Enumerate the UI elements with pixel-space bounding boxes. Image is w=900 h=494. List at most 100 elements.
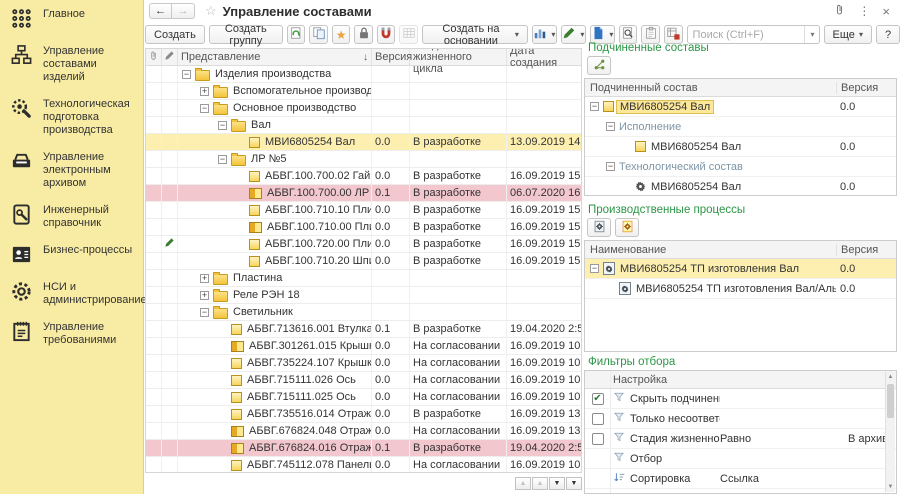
collapse-icon[interactable]: −	[606, 122, 615, 131]
copy-element-button[interactable]	[309, 25, 328, 44]
tree-row[interactable]: +Вспомогательное производство	[146, 83, 581, 100]
tree-row[interactable]: АБВГ.676824.016 Отражатель0.1В разработк…	[146, 440, 581, 457]
close-icon[interactable]: ×	[882, 4, 890, 19]
sidebar-item-tech-preparation[interactable]: Технологическая подготовка производства	[0, 90, 143, 143]
tree-row[interactable]: АБВГ.715111.025 Ось0.0На согласовании16.…	[146, 389, 581, 406]
structure-button[interactable]	[587, 56, 611, 75]
stage-column-header[interactable]: Стадия жизненного цикла	[410, 49, 507, 65]
page-first-button[interactable]: ▲	[515, 477, 531, 490]
tree-row[interactable]: АБВГ.715111.026 Ось0.0На согласовании16.…	[146, 372, 581, 389]
filter-row[interactable]: Только несоответствия версий объектов	[585, 409, 896, 429]
copy-new-version-button[interactable]	[287, 25, 306, 44]
lock-button[interactable]	[354, 25, 373, 44]
tree-row[interactable]: −Основное производство	[146, 100, 581, 117]
sidebar-item-requirements[interactable]: Управление требованиями	[0, 313, 143, 353]
more-button[interactable]: Еще▾	[824, 25, 872, 44]
process-button[interactable]	[587, 218, 611, 237]
subordinate-version-header[interactable]: Версия	[836, 82, 896, 94]
collapse-icon[interactable]: −	[218, 121, 227, 130]
sidebar-item-engineering-handbook[interactable]: Инженерный справочник	[0, 196, 143, 236]
scroll-up-icon[interactable]: ▲	[886, 372, 895, 382]
tree-row[interactable]: АБВГ.301261.015 Крышка0.0На согласовании…	[146, 338, 581, 355]
filters-scrollbar[interactable]: ▲ ▼	[885, 372, 895, 492]
expand-icon[interactable]: +	[200, 274, 209, 283]
tree-row[interactable]: АБВГ.100.710.00 Плита верхняя…0.0В разра…	[146, 219, 581, 236]
filter-row[interactable]: ✔Контроль несоответствий составов издели…	[585, 489, 896, 494]
processes-version-header[interactable]: Версия	[836, 244, 896, 256]
help-button[interactable]: ?	[876, 25, 900, 44]
tree-row[interactable]: АБВГ.100.710.20 Шпилька 50.0В разработке…	[146, 253, 581, 270]
collapse-icon[interactable]: −	[218, 155, 227, 164]
panel-row[interactable]: МВИ6805254 Вал0.0	[585, 137, 896, 157]
attach-column-header[interactable]	[146, 49, 162, 65]
tree-row[interactable]: +Реле РЭН 18	[146, 287, 581, 304]
sidebar-item-e-archive[interactable]: Управление электронным архивом	[0, 143, 143, 196]
sidebar-item-nsi-admin[interactable]: НСИ и администрирование	[0, 273, 143, 313]
scrollbar-thumb[interactable]	[887, 384, 894, 418]
tree-row[interactable]: АБВГ.676824.048 Отражатель0.0На согласов…	[146, 423, 581, 440]
edit-button[interactable]: ▾	[561, 25, 586, 44]
tree-row[interactable]: АБВГ.745112.078 Панель0.0На согласовании…	[146, 457, 581, 473]
search-options-icon[interactable]: ▾	[804, 26, 819, 43]
collapse-icon[interactable]: −	[200, 104, 209, 113]
tree-row[interactable]: −Светильник	[146, 304, 581, 321]
filter-row[interactable]: Отбор	[585, 449, 896, 469]
edit-column-header[interactable]	[162, 49, 178, 65]
tree-row[interactable]: МВИ6805254 Вал0.0В разработке13.09.2019 …	[146, 134, 581, 151]
panel-row[interactable]: −МВИ6805254 Вал0.0	[585, 97, 896, 117]
reports-button[interactable]: ▾	[532, 25, 557, 44]
tree-row[interactable]: −ЛР №5	[146, 151, 581, 168]
tree-row[interactable]: АБВГ.100.720.00 Плита нижняя 50.0В разра…	[146, 236, 581, 253]
tree-row[interactable]: АБВГ.100.700.02 Гайка0.0В разработке16.0…	[146, 168, 581, 185]
create-based-on-button[interactable]: Создать на основании▾	[422, 25, 528, 44]
collapse-icon[interactable]: −	[182, 70, 191, 79]
alt-process-button[interactable]	[615, 218, 639, 237]
name-column-header[interactable]: Представление↓	[178, 49, 372, 65]
create-group-button[interactable]: Создать группу	[209, 25, 283, 44]
sidebar-item-product-compositions[interactable]: Управление составами изделий	[0, 37, 143, 90]
tree-row[interactable]: АБВГ.100.710.10 Плита верхняя 50.0В разр…	[146, 202, 581, 219]
magnet-button[interactable]	[377, 25, 396, 44]
panel-row[interactable]: −МВИ6805254 ТП изготовления Вал0.0	[585, 259, 896, 279]
panel-row[interactable]: −Технологический состав	[585, 157, 896, 177]
tree-row[interactable]: АБВГ.735224.107 Крышка0.0На согласовании…	[146, 355, 581, 372]
tree-row[interactable]: −Вал	[146, 117, 581, 134]
favorite-star-icon[interactable]: ☆	[205, 3, 217, 19]
columns-settings-button[interactable]	[399, 25, 418, 44]
filter-row[interactable]: ✔Скрыть подчиненные составы	[585, 389, 896, 409]
search-input[interactable]	[688, 29, 804, 41]
tree-row[interactable]: −Изделия производства	[146, 66, 581, 83]
collapse-icon[interactable]: −	[606, 162, 615, 171]
tree-row[interactable]: АБВГ.735516.014 Отражатель0.0В разработк…	[146, 406, 581, 423]
panel-row[interactable]: МВИ6805254 ТП изготовления Вал/Альтернат…	[585, 279, 896, 299]
create-button[interactable]: Создать	[145, 25, 205, 44]
scroll-down-icon[interactable]: ▼	[886, 482, 895, 492]
panel-row[interactable]: МВИ6805254 Вал0.0	[585, 177, 896, 196]
panel-row[interactable]: −Исполнение	[585, 117, 896, 137]
filters-name-header[interactable]: Настройка	[611, 374, 896, 386]
checkbox-unchecked[interactable]	[592, 413, 604, 425]
page-last-button[interactable]: ▼	[566, 477, 582, 490]
page-down-button[interactable]: ▼	[549, 477, 565, 490]
attachments-icon[interactable]	[833, 3, 846, 19]
forward-button[interactable]: →	[172, 3, 195, 19]
sidebar-item-business-processes[interactable]: Бизнес-процессы	[0, 236, 143, 273]
collapse-icon[interactable]: −	[200, 308, 209, 317]
tree-row[interactable]: АБВГ.100.700.00 ЛР №50.1В разработке06.0…	[146, 185, 581, 202]
checkbox-checked[interactable]: ✔	[592, 393, 604, 405]
favorites-button[interactable]: ★	[332, 25, 351, 44]
expand-icon[interactable]: +	[200, 87, 209, 96]
processes-name-header[interactable]: Наименование	[585, 244, 836, 256]
checkbox-unchecked[interactable]	[592, 433, 604, 445]
tree-row[interactable]: +Пластина	[146, 270, 581, 287]
expand-icon[interactable]: +	[200, 291, 209, 300]
page-up-button[interactable]: ▲	[532, 477, 548, 490]
filter-row[interactable]: Стадия жизненного циклаРавноВ архиве	[585, 429, 896, 449]
filter-row[interactable]: СортировкаСсылка	[585, 469, 896, 489]
version-column-header[interactable]: Версия	[372, 49, 410, 65]
date-column-header[interactable]: Дата создания	[507, 49, 581, 65]
subordinate-name-header[interactable]: Подчиненный состав	[585, 82, 836, 94]
back-button[interactable]: ←	[149, 3, 172, 19]
collapse-icon[interactable]: −	[590, 102, 599, 111]
tree-row[interactable]: АБВГ.713616.001 Втулка0.1В разработке19.…	[146, 321, 581, 338]
